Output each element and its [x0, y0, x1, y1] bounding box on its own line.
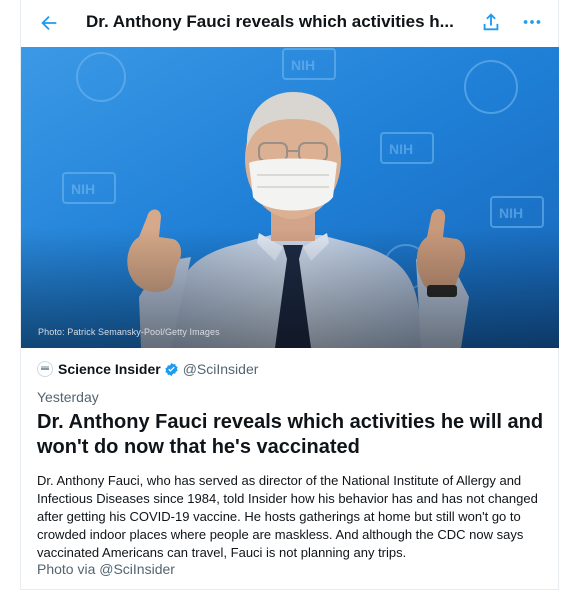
page-title: Dr. Anthony Fauci reveals which activiti… — [86, 12, 454, 31]
article-headline: Dr. Anthony Fauci reveals which activiti… — [37, 411, 544, 458]
photo-credit: Photo: Patrick Semansky-Pool/Getty Image… — [38, 327, 220, 337]
verified-badge-icon — [165, 362, 178, 376]
hero-photo: NIH NIH NIH NIH — [21, 47, 559, 348]
photo-via-link[interactable]: Photo via @SciInsider — [37, 561, 175, 577]
source-avatar[interactable] — [37, 361, 53, 377]
source-row: Science Insider @SciInsider — [37, 359, 258, 379]
top-bar: Dr. Anthony Fauci reveals which activiti… — [21, 0, 558, 46]
source-name[interactable]: Science Insider — [58, 361, 161, 377]
more-horizontal-icon[interactable] — [521, 11, 543, 33]
article-summary: Dr. Anthony Fauci, who has served as dir… — [37, 473, 538, 560]
arrow-left-icon[interactable] — [38, 12, 60, 34]
share-icon[interactable] — [480, 11, 502, 33]
source-handle[interactable]: @SciInsider — [183, 361, 259, 377]
article-date: Yesterday — [37, 389, 99, 405]
hero-image[interactable]: NIH NIH NIH NIH — [21, 47, 559, 348]
moment-card: Dr. Anthony Fauci reveals which activiti… — [20, 0, 559, 590]
